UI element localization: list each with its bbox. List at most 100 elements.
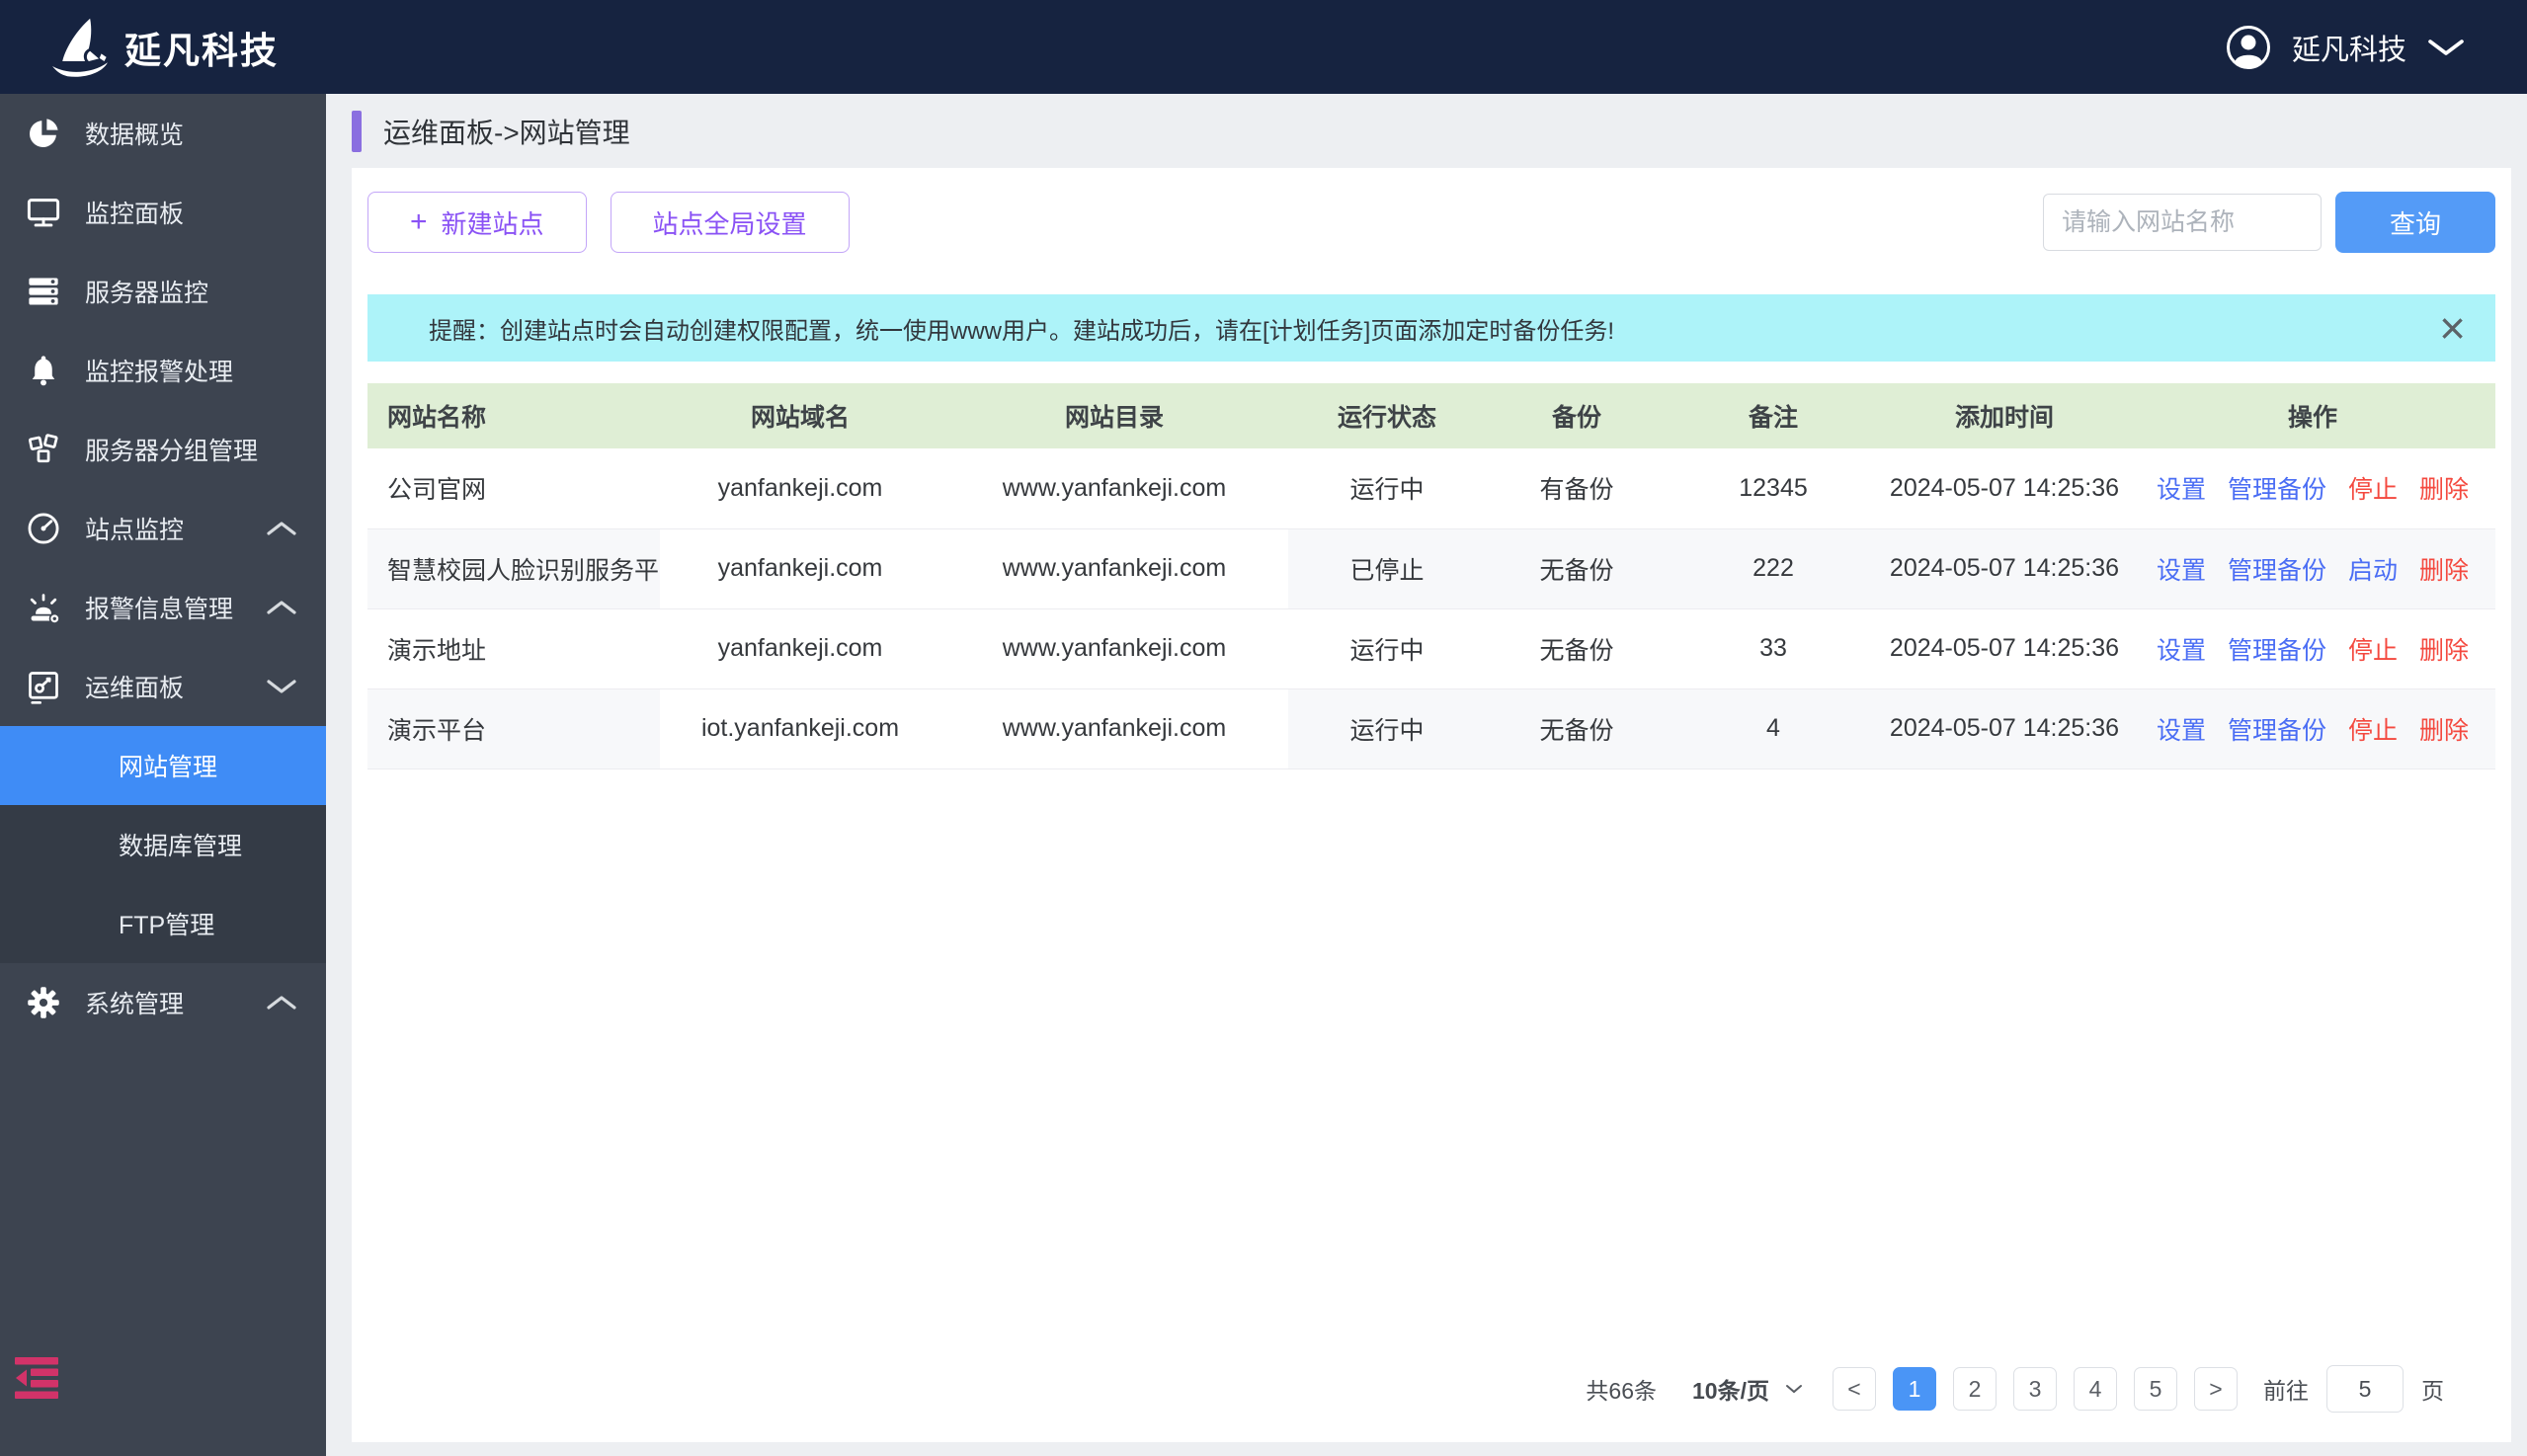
- site-actions: 设置 管理备份 启动 删除: [2130, 528, 2495, 609]
- page-button-4[interactable]: 4: [2074, 1367, 2117, 1411]
- page-size-select[interactable]: 10条/页: [1692, 1372, 1803, 1406]
- sidebar-item-ftp-management[interactable]: FTP管理: [0, 884, 326, 963]
- close-icon[interactable]: ×: [2439, 305, 2466, 351]
- col-domain: 网站域名: [660, 383, 940, 448]
- site-actions: 设置 管理备份 停止 删除: [2130, 448, 2495, 529]
- plus-icon: +: [410, 205, 428, 238]
- sidebar-item-label: 数据库管理: [119, 833, 243, 860]
- table-row: 公司官网 yanfankeji.com www.yanfankeji.com 运…: [367, 448, 2495, 529]
- user-menu[interactable]: 延凡科技: [2225, 24, 2466, 71]
- manage-backup-link[interactable]: 管理备份: [2228, 557, 2326, 585]
- sidebar-item-website-management[interactable]: 网站管理: [0, 726, 326, 805]
- site-added-time: 2024-05-07 14:25:36: [1879, 528, 2130, 609]
- site-status: 已停止: [1288, 528, 1486, 609]
- chevron-down-icon: [2426, 38, 2466, 57]
- app-root: 延凡科技 延凡科技 数据概览 监控面板 服务器监控 监控报警处理 服务器分组管理…: [0, 0, 2527, 1456]
- maintenance-icon: [26, 669, 61, 704]
- stop-link[interactable]: 停止: [2348, 637, 2398, 665]
- manage-backup-link[interactable]: 管理备份: [2228, 476, 2326, 504]
- app-header: 延凡科技 延凡科技: [0, 0, 2527, 94]
- sidebar-item-alarm-info[interactable]: 报警信息管理: [0, 568, 326, 647]
- chevron-down-icon: [1786, 1385, 1802, 1394]
- sidebar-item-ops-panel[interactable]: 运维面板: [0, 647, 326, 726]
- sidebar-item-label: 运维面板: [85, 675, 185, 702]
- alert-text: 提醒：创建站点时会自动创建权限配置，统一使用www用户。建站成功后，请在[计划任…: [429, 317, 1614, 345]
- alarm-light-icon: [26, 590, 61, 625]
- next-page-button[interactable]: >: [2194, 1367, 2238, 1411]
- breadcrumb: 运维面板->网站管理: [383, 117, 630, 148]
- site-added-time: 2024-05-07 14:25:36: [1879, 608, 2130, 689]
- col-site-name: 网站名称: [367, 383, 660, 448]
- delete-link[interactable]: 删除: [2419, 557, 2469, 585]
- site-backup: 有备份: [1486, 448, 1668, 529]
- site-actions: 设置 管理备份 停止 删除: [2130, 688, 2495, 769]
- page-button-5[interactable]: 5: [2134, 1367, 2177, 1411]
- stop-link[interactable]: 停止: [2348, 717, 2398, 745]
- sidebar-item-label: 系统管理: [85, 991, 185, 1018]
- content-card: + 新建站点 站点全局设置 查询 提醒：创建站点时会自动创建权限配置，统一使用w…: [352, 168, 2511, 1442]
- global-settings-button[interactable]: 站点全局设置: [610, 192, 850, 253]
- page-button-3[interactable]: 3: [2013, 1367, 2057, 1411]
- table-header-row: 网站名称 网站域名 网站目录 运行状态 备份 备注 添加时间 操作: [367, 383, 2495, 448]
- manage-backup-link[interactable]: 管理备份: [2228, 637, 2326, 665]
- prev-page-button[interactable]: <: [1833, 1367, 1876, 1411]
- search-input[interactable]: [2043, 194, 2322, 251]
- delete-link[interactable]: 删除: [2419, 476, 2469, 504]
- new-site-label: 新建站点: [441, 208, 544, 239]
- breadcrumb-row: 运维面板->网站管理: [326, 94, 2527, 168]
- sidebar-item-database-management[interactable]: 数据库管理: [0, 805, 326, 884]
- delete-link[interactable]: 删除: [2419, 637, 2469, 665]
- page-button-1[interactable]: 1: [1893, 1367, 1936, 1411]
- site-directory: www.yanfankeji.com: [940, 448, 1288, 529]
- settings-link[interactable]: 设置: [2157, 557, 2206, 585]
- sidebar-item-site-monitor[interactable]: 站点监控: [0, 489, 326, 568]
- collapse-sidebar-icon[interactable]: [14, 1357, 63, 1401]
- site-directory: www.yanfankeji.com: [940, 608, 1288, 689]
- new-site-button[interactable]: + 新建站点: [367, 192, 587, 253]
- bell-icon: [26, 353, 61, 388]
- gauge-icon: [26, 511, 61, 546]
- server-icon: [26, 274, 61, 309]
- settings-link[interactable]: 设置: [2157, 476, 2206, 504]
- toolbar: + 新建站点 站点全局设置 查询: [367, 192, 2495, 253]
- jump-page-input[interactable]: [2326, 1365, 2404, 1413]
- sidebar-item-data-overview[interactable]: 数据概览: [0, 94, 326, 173]
- site-name: 智慧校园人脸识别服务平台: [367, 528, 660, 609]
- settings-link[interactable]: 设置: [2157, 717, 2206, 745]
- sidebar-item-server-monitor[interactable]: 服务器监控: [0, 252, 326, 331]
- sidebar-item-alarm-handling[interactable]: 监控报警处理: [0, 331, 326, 410]
- sidebar-item-system-management[interactable]: 系统管理: [0, 963, 326, 1042]
- chevron-up-icon: [265, 599, 298, 616]
- sidebar-submenu: 网站管理 数据库管理 FTP管理: [0, 726, 326, 963]
- alert-banner: 提醒：创建站点时会自动创建权限配置，统一使用www用户。建站成功后，请在[计划任…: [367, 294, 2495, 362]
- sidebar-item-label: 网站管理: [119, 754, 218, 781]
- sidebar-item-monitor-panel[interactable]: 监控面板: [0, 173, 326, 252]
- site-name: 演示平台: [367, 688, 660, 769]
- gear-icon: [26, 985, 61, 1020]
- settings-link[interactable]: 设置: [2157, 637, 2206, 665]
- col-status: 运行状态: [1288, 383, 1486, 448]
- col-backup: 备份: [1486, 383, 1668, 448]
- site-added-time: 2024-05-07 14:25:36: [1879, 448, 2130, 529]
- monitor-icon: [26, 195, 61, 230]
- site-backup: 无备份: [1486, 688, 1668, 769]
- table-row: 智慧校园人脸识别服务平台 yanfankeji.com www.yanfanke…: [367, 528, 2495, 609]
- chevron-up-icon: [265, 994, 298, 1011]
- sidebar-item-label: 监控面板: [85, 201, 185, 228]
- page-button-2[interactable]: 2: [1953, 1367, 1997, 1411]
- site-directory: www.yanfankeji.com: [940, 688, 1288, 769]
- start-link[interactable]: 启动: [2348, 557, 2398, 585]
- user-name: 延凡科技: [2291, 34, 2406, 66]
- delete-link[interactable]: 删除: [2419, 717, 2469, 745]
- sidebar-item-label: 报警信息管理: [85, 596, 234, 623]
- col-added-time: 添加时间: [1879, 383, 2130, 448]
- sites-table: 网站名称 网站域名 网站目录 运行状态 备份 备注 添加时间 操作 公司官网 y…: [367, 383, 2495, 769]
- site-backup: 无备份: [1486, 608, 1668, 689]
- sidebar-item-server-groups[interactable]: 服务器分组管理: [0, 410, 326, 489]
- site-name: 公司官网: [367, 448, 660, 529]
- manage-backup-link[interactable]: 管理备份: [2228, 717, 2326, 745]
- stop-link[interactable]: 停止: [2348, 476, 2398, 504]
- search-button[interactable]: 查询: [2335, 192, 2495, 253]
- site-status: 运行中: [1288, 608, 1486, 689]
- sidebar-item-label: FTP管理: [119, 912, 215, 939]
